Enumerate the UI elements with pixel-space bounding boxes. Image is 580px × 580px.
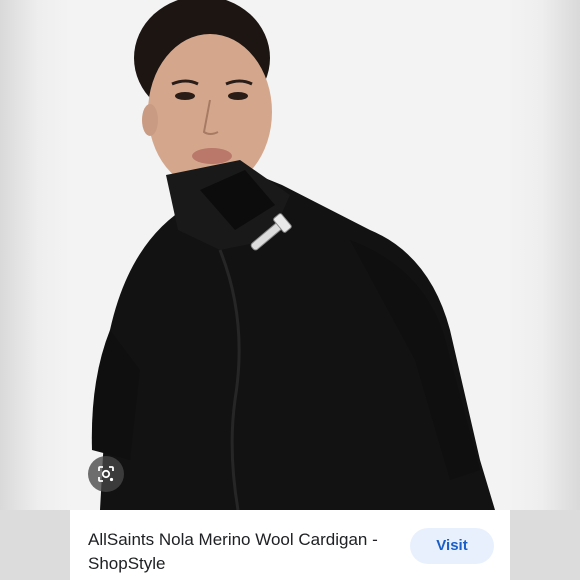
result-title[interactable]: AllSaints Nola Merino Wool Cardigan - Sh…	[88, 528, 378, 576]
visit-button[interactable]: Visit	[410, 528, 494, 564]
result-caption: AllSaints Nola Merino Wool Cardigan - Sh…	[70, 510, 510, 580]
blurred-background-left	[0, 0, 70, 510]
model-illustration	[70, 0, 510, 510]
blurred-background-bottom-left	[0, 510, 70, 580]
lens-icon	[98, 466, 114, 482]
lens-button[interactable]	[88, 456, 124, 492]
product-image[interactable]	[70, 0, 510, 510]
blurred-background-bottom-right	[510, 510, 580, 580]
blurred-background-right	[510, 0, 580, 510]
